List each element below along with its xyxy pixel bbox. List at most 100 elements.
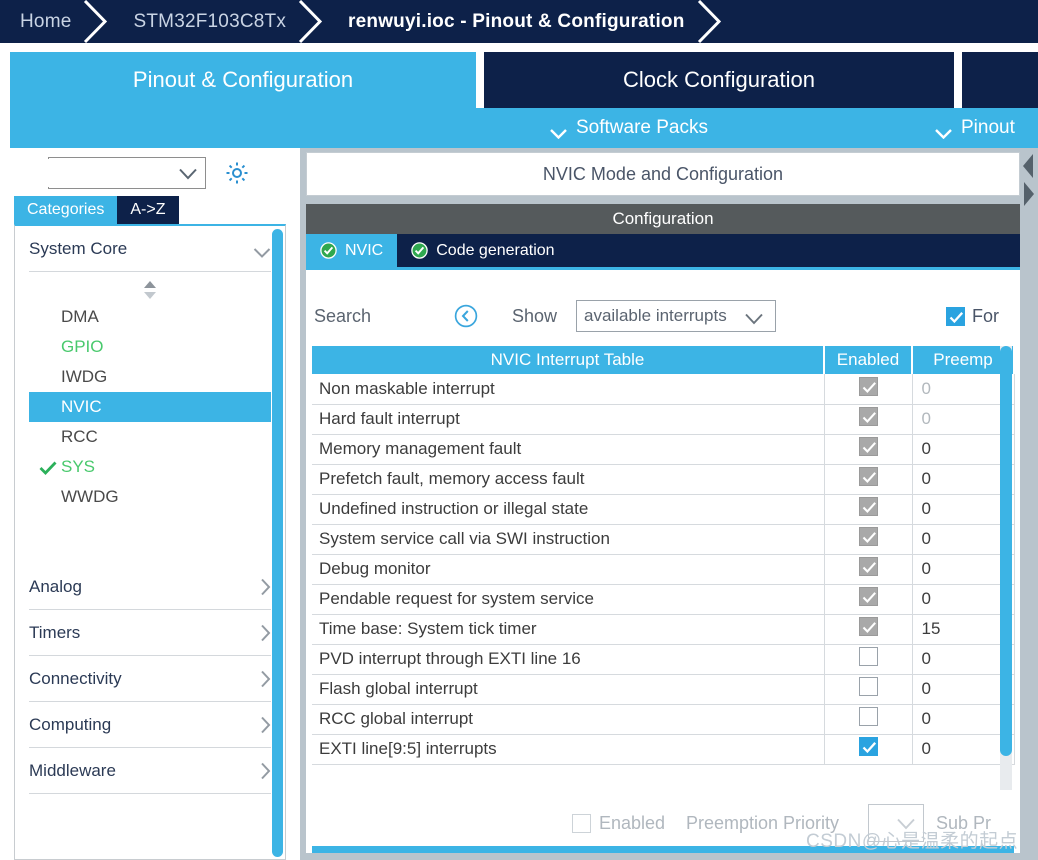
interrupt-enabled-cell[interactable] xyxy=(824,374,913,405)
table-row[interactable]: PVD interrupt through EXTI line 16 0 xyxy=(312,644,1015,675)
tab-a-to-z[interactable]: A->Z xyxy=(117,196,179,224)
force-dma-interrupts-option[interactable]: For xyxy=(946,306,999,327)
interrupt-name: Debug monitor xyxy=(312,554,825,585)
interrupt-enabled-cell[interactable] xyxy=(824,494,913,525)
software-packs-menu[interactable]: Software Packs xyxy=(550,117,708,139)
table-row[interactable]: EXTI line[9:5] interrupts 0 xyxy=(312,734,1015,765)
column-header-name[interactable]: NVIC Interrupt Table xyxy=(312,346,825,374)
enabled-checkbox xyxy=(858,617,878,636)
nvic-tab-content: Search Show available interrupts For NVI… xyxy=(306,267,1020,853)
interrupt-enabled-cell[interactable] xyxy=(824,704,913,735)
interrupt-enabled-cell[interactable] xyxy=(824,614,913,645)
chevron-down-icon xyxy=(935,123,952,139)
show-filter-value: available interrupts xyxy=(584,306,727,325)
enabled-checkbox[interactable] xyxy=(858,647,878,666)
configuration-title: Configuration xyxy=(306,204,1020,234)
tree-scrollbar-thumb[interactable] xyxy=(272,229,283,857)
table-row[interactable]: Undefined instruction or illegal state 0 xyxy=(312,494,1015,525)
tree-item-rcc[interactable]: RCC xyxy=(15,422,285,452)
enabled-checkbox xyxy=(858,437,878,456)
tree-item-nvic[interactable]: NVIC xyxy=(29,392,271,422)
enabled-checkbox[interactable] xyxy=(858,677,878,696)
table-scrollbar-thumb[interactable] xyxy=(1000,346,1012,756)
tab-clock-configuration[interactable]: Clock Configuration xyxy=(484,52,954,108)
interrupt-enabled-cell[interactable] xyxy=(824,404,913,435)
table-row[interactable]: Prefetch fault, memory access fault 0 xyxy=(312,464,1015,495)
tree-item-sys[interactable]: SYS xyxy=(15,452,285,482)
table-row[interactable]: Hard fault interrupt 0 xyxy=(312,404,1015,435)
main-tabbar: Pinout & Configuration Clock Configurati… xyxy=(0,45,1038,108)
footer-enabled-option: Enabled xyxy=(572,813,665,834)
interrupt-enabled-cell[interactable] xyxy=(824,644,913,675)
show-filter-select[interactable]: available interrupts xyxy=(576,300,776,332)
breadcrumb-item-project[interactable]: renwuyi.ioc - Pinout & Configuration xyxy=(328,11,693,33)
breadcrumb-item-mcu[interactable]: STM32F103C8Tx xyxy=(113,11,294,33)
preemption-priority: 0 xyxy=(912,434,1015,465)
tree-group-computing[interactable]: Computing xyxy=(29,702,271,748)
interrupt-enabled-cell[interactable] xyxy=(824,464,913,495)
tree-group-middleware[interactable]: Middleware xyxy=(29,748,271,794)
tree-scroll-up-down-icon[interactable] xyxy=(15,272,285,302)
interrupt-enabled-cell[interactable] xyxy=(824,584,913,615)
column-header-enabled[interactable]: Enabled xyxy=(824,346,913,374)
interrupt-enabled-cell[interactable] xyxy=(824,554,913,585)
interrupt-enabled-cell[interactable] xyxy=(824,434,913,465)
tree-group-system-core[interactable]: System Core xyxy=(29,226,271,272)
search-combobox[interactable] xyxy=(0,157,206,189)
tab-third-partial[interactable] xyxy=(962,52,1038,108)
tab-nvic[interactable]: NVIC xyxy=(306,234,398,267)
interrupt-enabled-cell[interactable] xyxy=(824,524,913,555)
table-row[interactable]: Time base: System tick timer 15 xyxy=(312,614,1015,645)
breadcrumb-item-home[interactable]: Home xyxy=(0,11,79,33)
ok-check-icon xyxy=(320,242,337,259)
tree-group-label: System Core xyxy=(29,238,128,258)
preemption-priority: 0 xyxy=(912,494,1015,525)
tree-group-timers[interactable]: Timers xyxy=(29,610,271,656)
table-row[interactable]: Non maskable interrupt 0 xyxy=(312,374,1015,405)
chevron-right-icon xyxy=(260,762,271,780)
column-header-preemption[interactable]: Preemp xyxy=(912,346,1015,374)
force-dma-checkbox[interactable] xyxy=(946,306,965,326)
tree-item-label: WWDG xyxy=(61,487,119,506)
tab-pinout-configuration[interactable]: Pinout & Configuration xyxy=(10,52,476,108)
chevron-down-icon xyxy=(896,817,916,830)
table-row[interactable]: Flash global interrupt 0 xyxy=(312,674,1015,705)
enabled-checkbox[interactable] xyxy=(858,707,878,726)
table-row[interactable]: System service call via SWI instruction … xyxy=(312,524,1015,555)
footer-enabled-label: Enabled xyxy=(599,812,666,833)
footer-preemption-label: Preemption Priority xyxy=(686,812,840,833)
interrupt-name: Pendable request for system service xyxy=(312,584,825,615)
table-row[interactable]: RCC global interrupt 0 xyxy=(312,704,1015,735)
table-scrollbar[interactable] xyxy=(1000,346,1012,790)
tree-group-analog[interactable]: Analog xyxy=(29,564,271,610)
search-input[interactable] xyxy=(0,159,178,187)
splitter-arrows-icon[interactable] xyxy=(1020,152,1037,208)
component-search-row xyxy=(0,152,300,194)
tab-categories[interactable]: Categories xyxy=(14,196,118,224)
table-row[interactable]: Pendable request for system service 0 xyxy=(312,584,1015,615)
tree-item-wwdg[interactable]: WWDG xyxy=(15,482,285,512)
tree-scrollbar[interactable] xyxy=(272,229,283,857)
tree-item-gpio[interactable]: GPIO xyxy=(15,332,285,362)
chevron-down-icon xyxy=(737,310,768,324)
table-row[interactable]: Debug monitor 0 xyxy=(312,554,1015,585)
enabled-checkbox[interactable] xyxy=(858,737,878,756)
panel-splitter[interactable] xyxy=(1020,148,1038,860)
interrupt-enabled-cell[interactable] xyxy=(824,674,913,705)
tree-group-connectivity[interactable]: Connectivity xyxy=(29,656,271,702)
interrupt-enabled-cell[interactable] xyxy=(824,734,913,765)
tab-code-generation[interactable]: Code generation xyxy=(397,234,568,267)
component-tree-panel: Categories A->Z System Core DMA GPIO IWD… xyxy=(0,148,300,860)
collapse-left-circle-icon[interactable] xyxy=(454,304,478,328)
tree-item-iwdg[interactable]: IWDG xyxy=(15,362,285,392)
chevron-down-icon xyxy=(550,123,567,139)
preemption-priority: 0 xyxy=(912,584,1015,615)
chevron-down-icon[interactable] xyxy=(178,167,198,180)
gear-icon[interactable] xyxy=(224,160,250,186)
ok-check-icon xyxy=(411,242,428,259)
tree-item-dma[interactable]: DMA xyxy=(15,302,285,332)
table-row[interactable]: Memory management fault 0 xyxy=(312,434,1015,465)
interrupt-name: Prefetch fault, memory access fault xyxy=(312,464,825,495)
configuration-tabs: NVIC Code generation xyxy=(306,234,1020,267)
pinout-menu[interactable]: Pinout xyxy=(935,117,1015,139)
